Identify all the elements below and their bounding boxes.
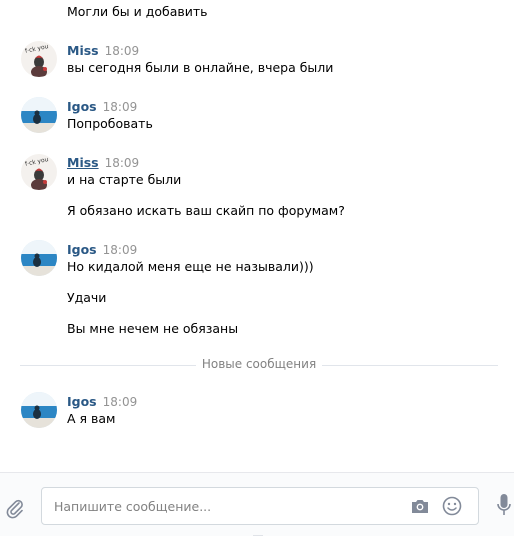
paperclip-icon[interactable] — [5, 498, 25, 520]
author-name[interactable]: Igos — [67, 242, 97, 257]
message-time[interactable]: 18:09 — [103, 100, 138, 114]
message-header: Igos 18:09 — [67, 242, 137, 257]
message-time[interactable]: 18:09 — [105, 156, 140, 170]
new-messages-divider: Новые сообщения — [20, 357, 498, 371]
message-text: А я вам — [67, 411, 116, 426]
message-time[interactable]: 18:09 — [105, 44, 140, 58]
smile-icon[interactable] — [442, 496, 462, 516]
message-input-box[interactable] — [41, 487, 479, 525]
message-text: и на старте были — [67, 172, 182, 187]
microphone-icon[interactable] — [496, 493, 512, 519]
divider-label: Новые сообщения — [201, 357, 317, 371]
message-composer — [0, 472, 514, 536]
avatar[interactable]: f·ck you — [21, 154, 57, 190]
author-name[interactable]: Miss — [67, 155, 99, 170]
avatar[interactable] — [21, 392, 57, 428]
author-name[interactable]: Igos — [67, 99, 97, 114]
message-text: Попробовать — [67, 116, 153, 131]
chat-history: Могли бы и добавить f·ck you Miss 18:09 в… — [0, 0, 514, 472]
message-text: Удачи — [67, 290, 107, 305]
resize-handle-icon[interactable] — [253, 529, 263, 536]
message-input[interactable] — [54, 497, 394, 515]
message-text: Вы мне нечем не обязаны — [67, 321, 239, 336]
message-time[interactable]: 18:09 — [103, 395, 138, 409]
avatar[interactable] — [21, 240, 57, 276]
message-time[interactable]: 18:09 — [103, 243, 138, 257]
camera-icon[interactable] — [410, 498, 430, 514]
avatar[interactable] — [21, 97, 57, 133]
message-header: Igos 18:09 — [67, 99, 137, 114]
message-header: Miss 18:09 — [67, 155, 139, 170]
message-text: Я обязано искать ваш скайп по форумам? — [67, 203, 345, 218]
message-text: вы сегодня были в онлайне, вчера были — [67, 60, 334, 75]
author-name[interactable]: Miss — [67, 43, 99, 58]
message-header: Igos 18:09 — [67, 394, 137, 409]
message-text: Могли бы и добавить — [67, 4, 208, 19]
message-header: Miss 18:09 — [67, 43, 139, 58]
avatar[interactable]: f·ck you — [21, 41, 57, 77]
message-text: Но кидалой меня еще не называли))) — [67, 259, 314, 274]
author-name[interactable]: Igos — [67, 394, 97, 409]
